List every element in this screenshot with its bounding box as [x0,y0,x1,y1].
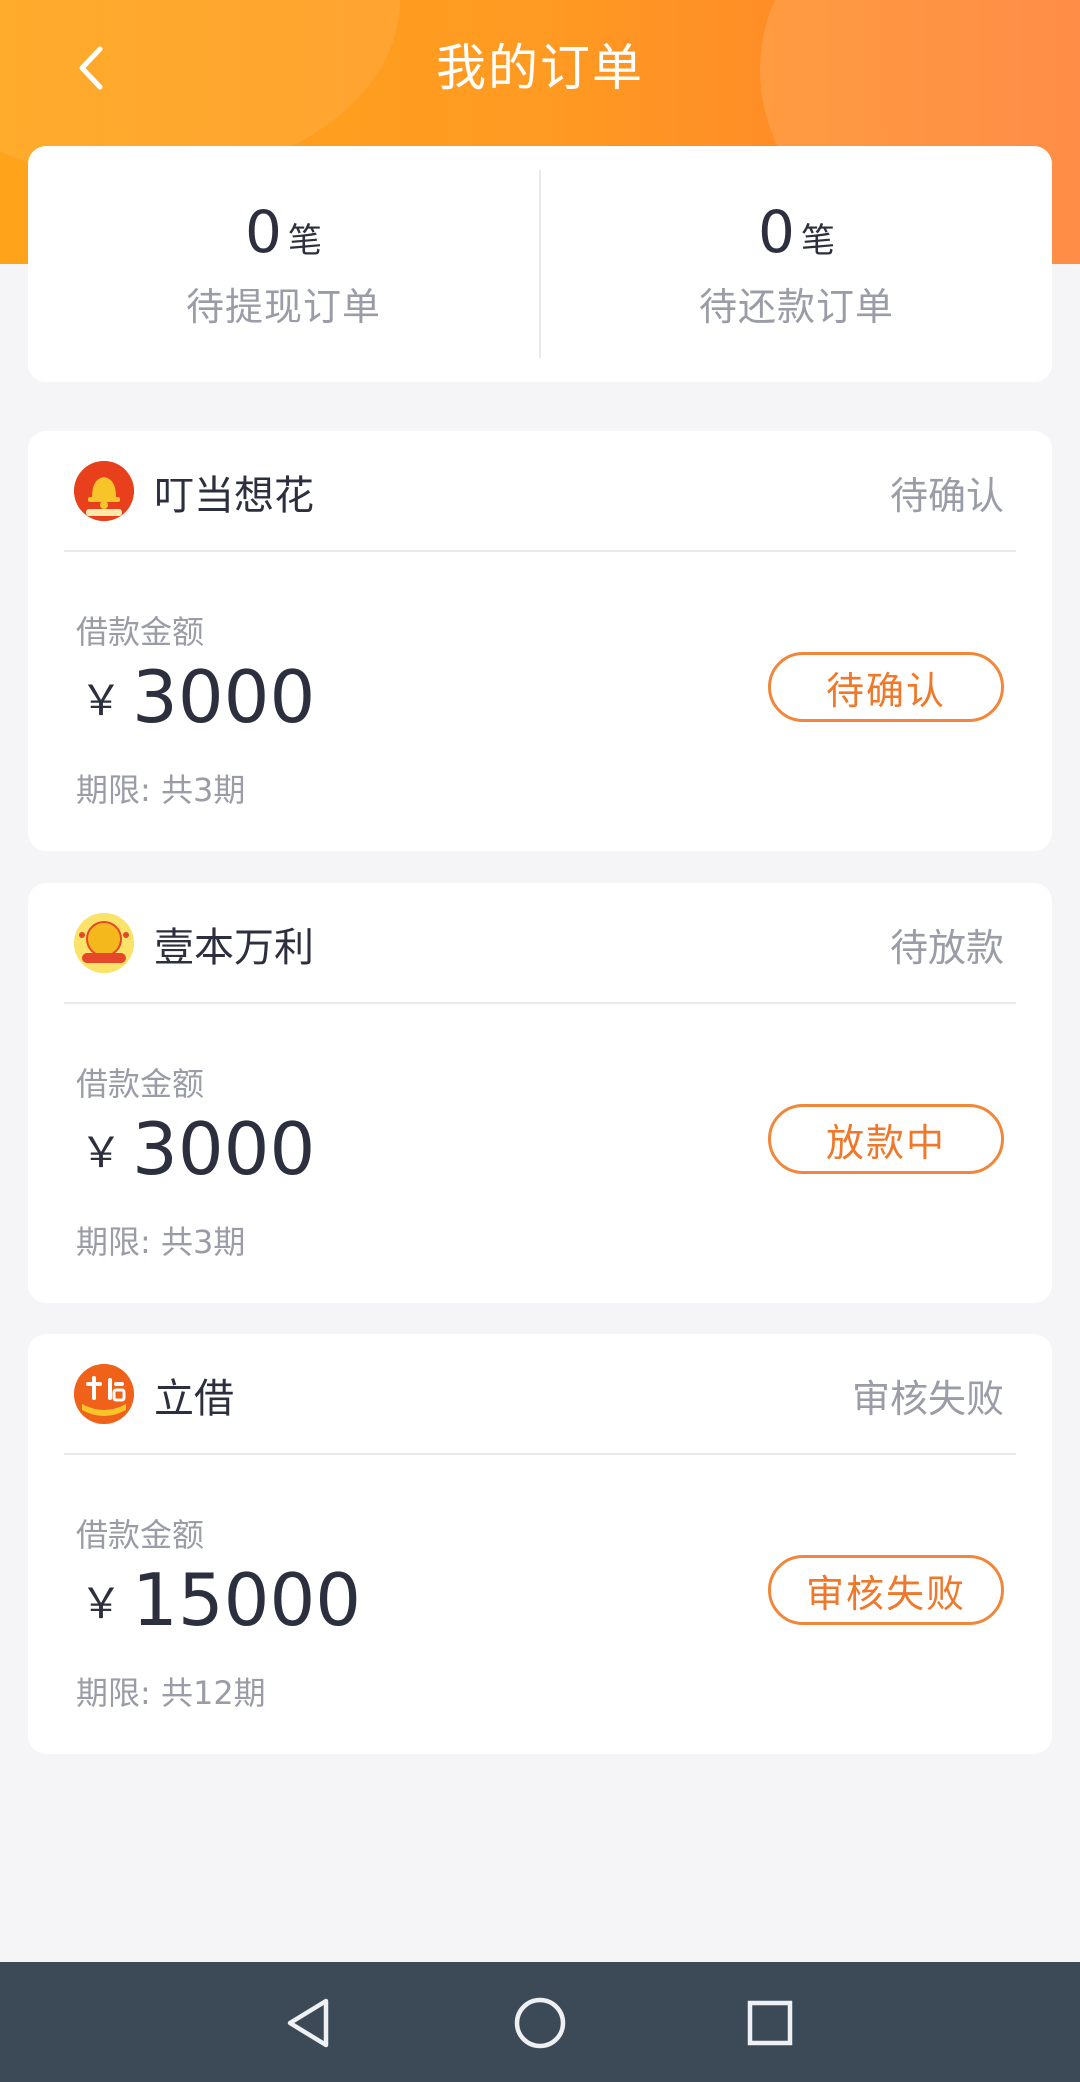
lijie-logo-icon [74,1364,134,1424]
app-name: 叮当想花 [154,473,314,519]
order-status-button[interactable]: 放款中 [768,1104,1004,1174]
pending-repay-count: 0 [758,197,795,266]
amount-row: ￥ 3000 [80,661,315,733]
order-card[interactable]: 立借 审核失败 借款金额 ￥ 15000 期限: 共12期 审核失败 [28,1334,1052,1754]
page-title: 我的订单 [436,39,644,97]
count-unit: 笔 [800,220,835,261]
loan-term: 期限: 共12期 [76,1674,266,1712]
amount-row: ￥ 3000 [80,1113,315,1185]
currency-symbol: ￥ [80,1579,123,1628]
loan-term: 期限: 共3期 [76,771,246,809]
currency-symbol: ￥ [80,1128,123,1177]
summary-card: 0 笔 待提现订单 0 笔 待还款订单 [28,146,1052,382]
loan-amount: 3000 [132,1107,316,1191]
loan-term: 期限: 共3期 [76,1223,246,1261]
loan-amount: 15000 [132,1558,362,1642]
pending-repay-summary[interactable]: 0 笔 待还款订单 [541,146,1052,382]
currency-symbol: ￥ [80,676,123,725]
coin-logo-icon [74,913,134,973]
amount-label: 借款金额 [76,613,205,651]
order-status-text: 待放款 [889,926,1004,970]
pending-withdraw-label: 待提现订单 [185,284,381,329]
order-card[interactable]: 壹本万利 待放款 借款金额 ￥ 3000 期限: 共3期 放款中 [28,883,1052,1303]
triangle-back-icon [287,1998,329,2048]
amount-row: ￥ 15000 [80,1564,361,1636]
order-card[interactable]: 叮当想花 待确认 借款金额 ￥ 3000 期限: 共3期 待确认 [28,431,1052,851]
order-card-header: 叮当想花 待确认 [28,431,1052,551]
order-status-button[interactable]: 审核失败 [768,1555,1004,1625]
divider [64,1453,1016,1455]
nav-back-button[interactable] [275,1988,345,2058]
system-navigation-bar [0,1962,1080,2082]
app-name: 壹本万利 [154,925,314,971]
pending-withdraw-count: 0 [245,197,282,266]
order-card-header: 立借 审核失败 [28,1334,1052,1454]
bell-logo-icon [74,461,134,521]
pending-repay-label: 待还款订单 [698,284,894,329]
divider [64,1002,1016,1004]
nav-home-button[interactable] [505,1988,575,2058]
loan-amount: 3000 [132,655,316,739]
order-status-text: 待确认 [889,474,1004,518]
nav-recents-button[interactable] [735,1988,805,2058]
amount-label: 借款金额 [76,1516,205,1554]
divider [64,550,1016,552]
square-recents-icon [747,2000,793,2046]
count-unit: 笔 [287,220,322,261]
circle-home-icon [514,1997,566,2049]
order-status-text: 审核失败 [851,1377,1004,1421]
pending-withdraw-summary[interactable]: 0 笔 待提现订单 [28,146,539,382]
amount-label: 借款金额 [76,1065,205,1103]
app-name: 立借 [154,1376,234,1422]
order-card-header: 壹本万利 待放款 [28,883,1052,1003]
order-status-button[interactable]: 待确认 [768,652,1004,722]
